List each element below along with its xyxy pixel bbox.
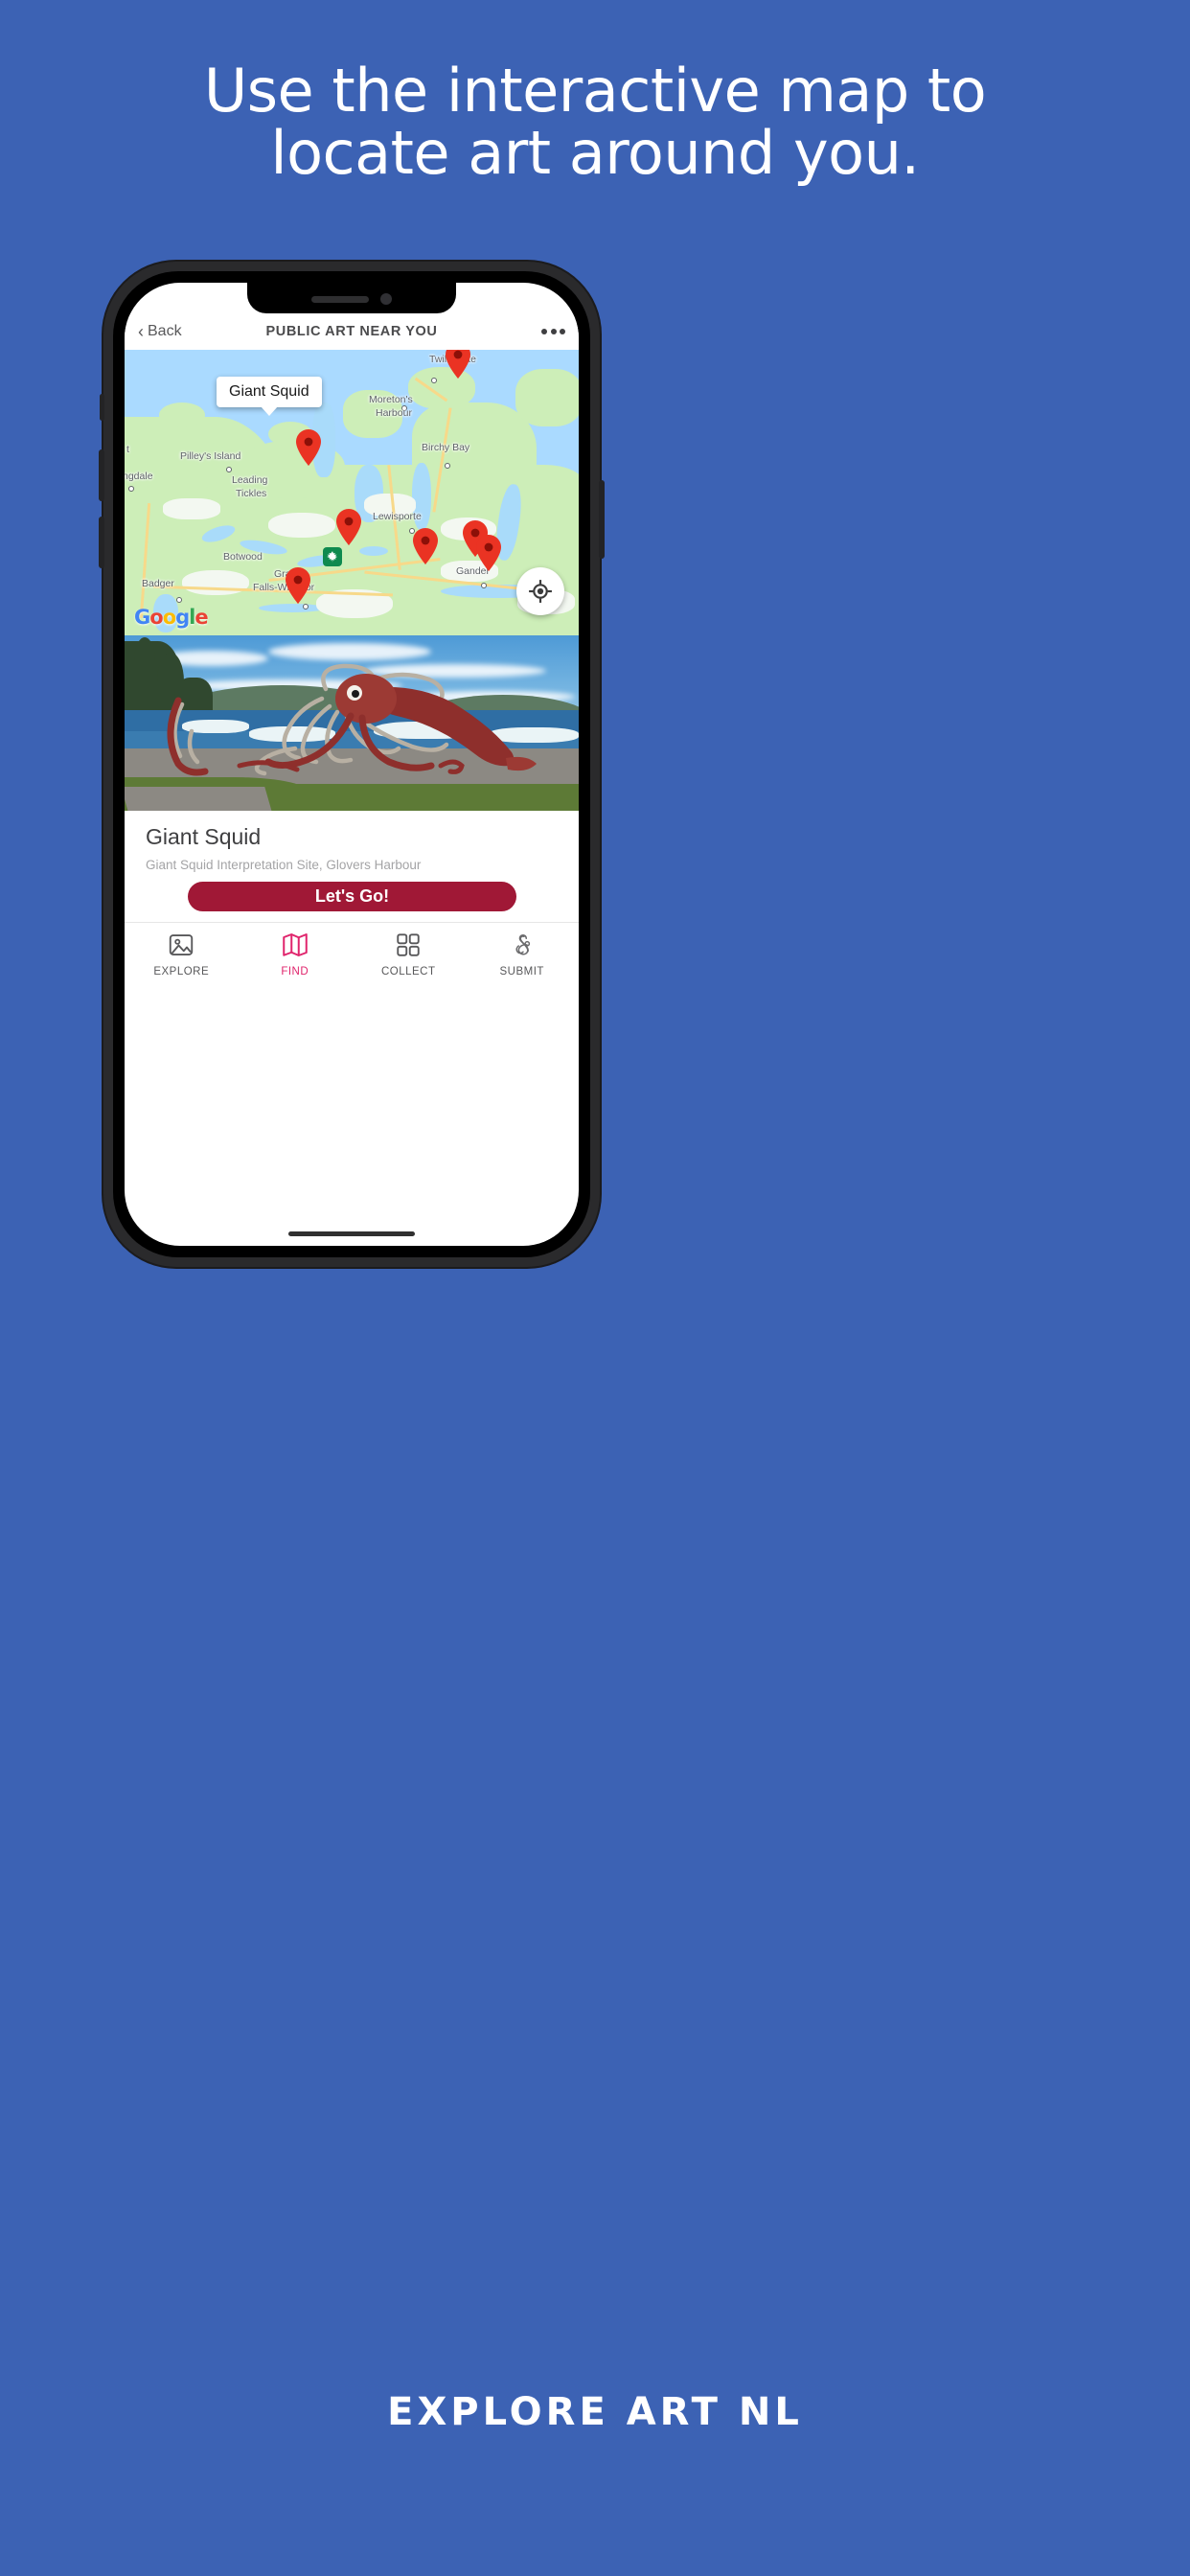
my-location-icon [529, 580, 552, 603]
artwork-info-card: Giant Squid Giant Squid Interpretation S… [125, 811, 579, 922]
map-pin-twillingate[interactable] [445, 350, 471, 379]
map-pin-leading-tickles[interactable] [295, 429, 322, 466]
tab-explore-label: EXPLORE [153, 966, 210, 978]
artwork-location: Giant Squid Interpretation Site, Glovers… [146, 858, 422, 872]
map-city-dot [445, 463, 450, 469]
phone-mute-switch [100, 394, 104, 421]
image-icon [170, 934, 194, 955]
map-city-dot [128, 486, 134, 492]
tab-submit-label: SUBMIT [499, 966, 544, 978]
lets-go-button[interactable]: Let's Go! [188, 882, 516, 911]
grid-icon [397, 933, 420, 956]
earpiece-speaker-icon [311, 295, 369, 303]
phone-volume-down-button [99, 517, 104, 568]
map-pin-gander-west[interactable] [412, 528, 439, 564]
map-pin-botwood[interactable] [335, 509, 362, 545]
map-label: Badger [142, 578, 174, 589]
artwork-title: Giant Squid [146, 824, 262, 849]
map-patch-a [163, 498, 220, 519]
tab-collect-label: COLLECT [380, 966, 436, 978]
squid-sculpture-illustration [167, 663, 537, 776]
phone-power-button [599, 480, 605, 559]
ampersand-icon [515, 934, 530, 955]
map-label: Pilley's Island [180, 450, 241, 462]
artwork-photo [125, 635, 579, 811]
back-button[interactable]: ‹ Back [138, 323, 182, 340]
map-lake-d [359, 546, 388, 556]
phone-mockup: ‹ Back PUBLIC ART NEAR YOU Moreton's Har… [99, 262, 605, 1267]
map-tooltip-label: Giant Squid [229, 383, 309, 400]
map-view[interactable]: Twillingate Moreton's Harbour Birchy Bay… [125, 350, 579, 635]
map-label: Botwood [223, 551, 263, 563]
map-label: Lewisporte [373, 511, 422, 522]
google-logo: Google [134, 606, 209, 629]
map-label: Tickles [236, 488, 267, 499]
map-label: Birchy Bay [422, 442, 470, 453]
back-button-label: Back [148, 323, 182, 339]
maple-leaf-park-icon [323, 547, 342, 566]
footer-brand: EXPLORE ART NL [387, 2390, 803, 2434]
screen-title: PUBLIC ART NEAR YOU [265, 324, 438, 339]
map-city-dot [431, 378, 437, 383]
chevron-left-icon: ‹ [138, 322, 144, 341]
map-land-island-g [159, 402, 205, 427]
map-icon [283, 933, 308, 956]
phone-screen: ‹ Back PUBLIC ART NEAR YOU Moreton's Har… [125, 283, 579, 1246]
phone-notch [247, 283, 456, 313]
map-pin-gander-b[interactable] [475, 535, 502, 571]
app-navbar: ‹ Back PUBLIC ART NEAR YOU [125, 313, 579, 350]
map-city-dot [176, 597, 182, 603]
map-land-island-e [515, 369, 579, 426]
map-label: Harbour [376, 407, 412, 419]
more-options-icon[interactable] [541, 329, 565, 334]
map-city-dot [481, 583, 487, 588]
map-tooltip[interactable]: Giant Squid [217, 377, 322, 416]
map-label: Leading [232, 474, 268, 486]
map-patch-e [182, 570, 249, 595]
phone-volume-up-button [99, 449, 104, 501]
map-label: Moreton's [369, 394, 413, 405]
map-patch-b [268, 513, 335, 538]
tab-find-label: FIND [281, 966, 309, 978]
poster-root: Use the interactive map to locate art ar… [0, 0, 1190, 2576]
front-camera-icon [380, 293, 392, 305]
phone-bezel: ‹ Back PUBLIC ART NEAR YOU Moreton's Har… [113, 271, 590, 1257]
map-label: t [126, 444, 129, 455]
headline-line-1: Use the interactive map to [203, 56, 987, 126]
tab-find[interactable]: FIND [239, 931, 353, 978]
my-location-button[interactable] [516, 567, 564, 615]
tab-explore[interactable]: EXPLORE [125, 931, 239, 978]
headline-line-2: locate art around you. [270, 118, 920, 189]
page-title: Use the interactive map to locate art ar… [0, 59, 1190, 184]
bottom-tab-bar: EXPLORE FIND COLLECT SUBMIT [125, 923, 579, 995]
tab-collect[interactable]: COLLECT [352, 931, 466, 978]
map-city-dot [226, 467, 232, 472]
home-indicator [288, 1231, 415, 1236]
tab-submit[interactable]: SUBMIT [466, 931, 580, 978]
map-label: ngdale [125, 471, 153, 482]
map-city-dot [303, 604, 309, 610]
map-pin-grand-falls-windsor[interactable] [285, 567, 311, 604]
lets-go-button-label: Let's Go! [314, 886, 390, 906]
